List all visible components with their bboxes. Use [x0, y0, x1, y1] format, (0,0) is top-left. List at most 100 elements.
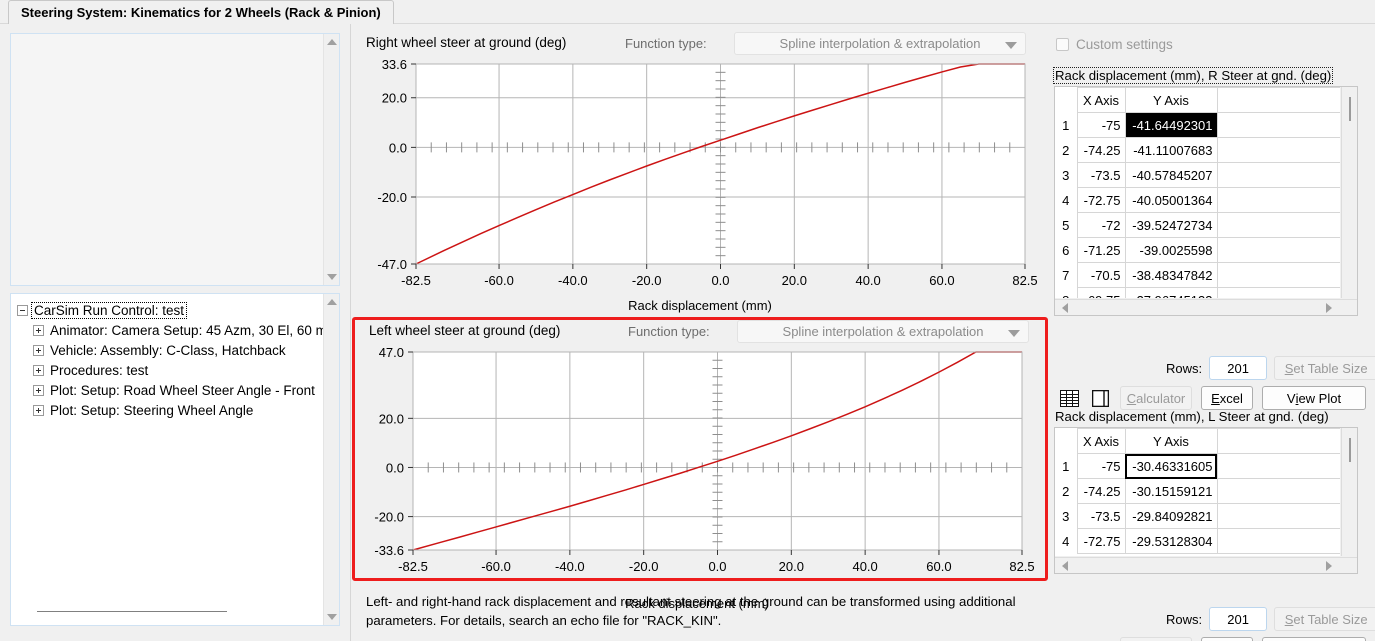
table-row[interactable]: 3 -73.5 -40.57845207: [1055, 162, 1340, 188]
svg-text:-20.0: -20.0: [629, 559, 659, 574]
table-2-calculator-button[interactable]: Calculator: [1120, 637, 1192, 641]
y-value-cell[interactable]: -29.53128304: [1124, 528, 1218, 554]
table-row[interactable]: 6 -71.25 -39.0025598: [1055, 237, 1340, 263]
chevron-down-icon[interactable]: [1005, 42, 1017, 49]
table-1-rows-input[interactable]: 201: [1209, 356, 1268, 380]
table-1-vscrollbar[interactable]: [1341, 87, 1357, 298]
tree-item-plot-steering-wheel[interactable]: Plot: Setup: Steering Wheel Angle: [17, 400, 323, 420]
x-value-cell[interactable]: -74.25: [1076, 137, 1126, 163]
tree-scrollbar[interactable]: [323, 294, 339, 625]
table-row[interactable]: 2 -74.25 -41.11007683: [1055, 137, 1340, 163]
y-value-cell[interactable]: -30.15159121: [1124, 478, 1218, 504]
tables-column: Custom settings Rack displacement (mm), …: [1048, 24, 1375, 641]
custom-settings-row[interactable]: Custom settings: [1056, 37, 1173, 52]
y-value-cell[interactable]: -41.11007683: [1124, 137, 1218, 163]
y-value-cell[interactable]: -39.0025598: [1124, 237, 1218, 263]
run-control-tree-panel[interactable]: CarSim Run Control: test Animator: Camer…: [10, 293, 340, 626]
table-1-y-header: Y Axis: [1124, 87, 1218, 113]
x-value-cell[interactable]: -70.5: [1076, 262, 1126, 288]
scroll-left-icon[interactable]: [1057, 300, 1073, 316]
table-2-hscrollbar[interactable]: [1055, 557, 1357, 573]
scroll-up-icon[interactable]: [324, 34, 340, 50]
svg-text:0.0: 0.0: [708, 559, 726, 574]
x-value-cell[interactable]: -72: [1076, 212, 1126, 238]
y-value-cell[interactable]: -29.84092821: [1124, 503, 1218, 529]
scroll-right-icon[interactable]: [1321, 300, 1337, 316]
chevron-down-icon[interactable]: [1008, 330, 1020, 337]
expand-plus-icon[interactable]: [33, 404, 44, 416]
x-value-cell[interactable]: -73.5: [1076, 162, 1126, 188]
table-2-excel-button[interactable]: Excel: [1201, 637, 1253, 641]
window-tab[interactable]: Steering System: Kinematics for 2 Wheels…: [8, 0, 394, 24]
table-1-view-plot-button[interactable]: Vi ew Plot: [1262, 386, 1366, 410]
scroll-left-icon[interactable]: [1057, 558, 1073, 574]
table-row[interactable]: 1 -75 -30.46331605: [1055, 453, 1340, 479]
scroll-down-icon[interactable]: [324, 269, 340, 285]
table-1-excel-button[interactable]: Excel: [1201, 386, 1253, 410]
table-row[interactable]: 8-69.75-37.96745133: [1055, 287, 1340, 298]
table-1-calculator-button[interactable]: Calculator: [1120, 386, 1192, 410]
x-value-cell[interactable]: -74.25: [1076, 478, 1126, 504]
table-2-rows-input[interactable]: 201: [1209, 607, 1268, 631]
table-2-set-table-size-button[interactable]: Set Table Size: [1274, 607, 1375, 631]
table-row[interactable]: 4 -72.75 -40.05001364: [1055, 187, 1340, 213]
right-function-type-select[interactable]: Spline interpolation & extrapolation: [734, 32, 1026, 55]
upper-panel-scrollbar[interactable]: [323, 34, 339, 285]
x-value-cell[interactable]: -72.75: [1076, 187, 1126, 213]
expand-plus-icon[interactable]: [33, 364, 44, 376]
scroll-down-icon[interactable]: [324, 609, 339, 625]
table-row[interactable]: 1 -75 -41.64492301: [1055, 112, 1340, 138]
table-row[interactable]: 2 -74.25 -30.15159121: [1055, 478, 1340, 504]
x-value-cell[interactable]: -75: [1076, 453, 1126, 479]
table-row[interactable]: 5 -72 -39.52472734: [1055, 212, 1340, 238]
tree-item-procedures[interactable]: Procedures: test: [17, 360, 323, 380]
table-2-grid[interactable]: X Axis Y Axis 1 -75 -30.46331605 2 -74.25 -30…: [1054, 427, 1358, 574]
scroll-right-icon[interactable]: [1321, 558, 1337, 574]
table-row[interactable]: 4 -72.75 -29.53128304: [1055, 528, 1340, 554]
plots-column: Right wheel steer at ground (deg) Functi…: [352, 24, 1048, 641]
x-value-cell[interactable]: -71.25: [1076, 237, 1126, 263]
left-wheel-plot-block: Left wheel steer at ground (deg) Functio…: [352, 317, 1048, 581]
plot-description-text: Left- and right-hand rack displacement a…: [366, 594, 1016, 628]
table-grid-icon[interactable]: [1058, 388, 1080, 408]
tree-item-plot-road-wheel[interactable]: Plot: Setup: Road Wheel Steer Angle - Fr…: [17, 380, 323, 400]
y-value-cell[interactable]: -39.52472734: [1124, 212, 1218, 238]
y-value-cell[interactable]: -38.48347842: [1124, 262, 1218, 288]
expand-plus-icon[interactable]: [33, 384, 44, 396]
y-value-cell[interactable]: -30.46331605: [1124, 453, 1218, 479]
table-1-set-table-size-button[interactable]: Set Table Size: [1274, 356, 1375, 380]
y-value-cell[interactable]: -40.57845207: [1124, 162, 1218, 188]
expand-plus-icon[interactable]: [33, 344, 44, 356]
y-value-cell[interactable]: -40.05001364: [1124, 187, 1218, 213]
tree-separator-line: [37, 611, 227, 612]
tree-root-item[interactable]: CarSim Run Control: test: [17, 300, 323, 320]
x-value-cell[interactable]: -72.75: [1076, 528, 1126, 554]
tree-item-animator[interactable]: Animator: Camera Setup: 45 Azm, 30 El, 6…: [17, 320, 327, 340]
custom-settings-checkbox[interactable]: [1056, 38, 1069, 51]
expand-plus-icon[interactable]: [33, 324, 44, 336]
table-1-hscrollbar[interactable]: [1055, 299, 1357, 315]
table-row[interactable]: 7 -70.5 -38.48347842: [1055, 262, 1340, 288]
x-value-cell[interactable]: -69.75: [1076, 287, 1126, 298]
scroll-up-icon[interactable]: [324, 294, 339, 310]
left-function-type-select[interactable]: Spline interpolation & extrapolation: [737, 320, 1029, 343]
x-value-cell[interactable]: -73.5: [1076, 503, 1126, 529]
svg-text:82.5: 82.5: [1012, 273, 1037, 288]
table-row[interactable]: 3 -73.5 -29.84092821: [1055, 503, 1340, 529]
svg-text:0.0: 0.0: [389, 140, 407, 155]
single-column-icon[interactable]: [1089, 388, 1111, 408]
right-wheel-plot-block: Right wheel steer at ground (deg) Functi…: [352, 32, 1048, 316]
table-2-vscrollbar[interactable]: [1341, 428, 1357, 556]
table-1-viewport: X Axis Y Axis 1 -75 -41.64492301 2 -74.25 -41…: [1055, 87, 1340, 298]
y-value-cell[interactable]: -41.64492301: [1124, 112, 1218, 138]
tree-item-label: Plot: Setup: Steering Wheel Angle: [50, 402, 254, 418]
svg-text:-20.0: -20.0: [632, 273, 662, 288]
right-chart-area: 33.6 20.0 0.0 -20.0 -47.0 -82.5 -60.0 -40.0 -20.…: [352, 58, 1048, 290]
table-1-grid[interactable]: X Axis Y Axis 1 -75 -41.64492301 2 -74.25 -41…: [1054, 86, 1358, 316]
svg-text:-20.0: -20.0: [374, 510, 404, 525]
x-value-cell[interactable]: -75: [1076, 112, 1126, 138]
collapse-minus-icon[interactable]: [17, 304, 28, 316]
tree-item-vehicle[interactable]: Vehicle: Assembly: C-Class, Hatchback: [17, 340, 323, 360]
table-2-view-plot-button[interactable]: View Plot: [1262, 637, 1366, 641]
y-value-cell[interactable]: -37.96745133: [1124, 287, 1218, 298]
